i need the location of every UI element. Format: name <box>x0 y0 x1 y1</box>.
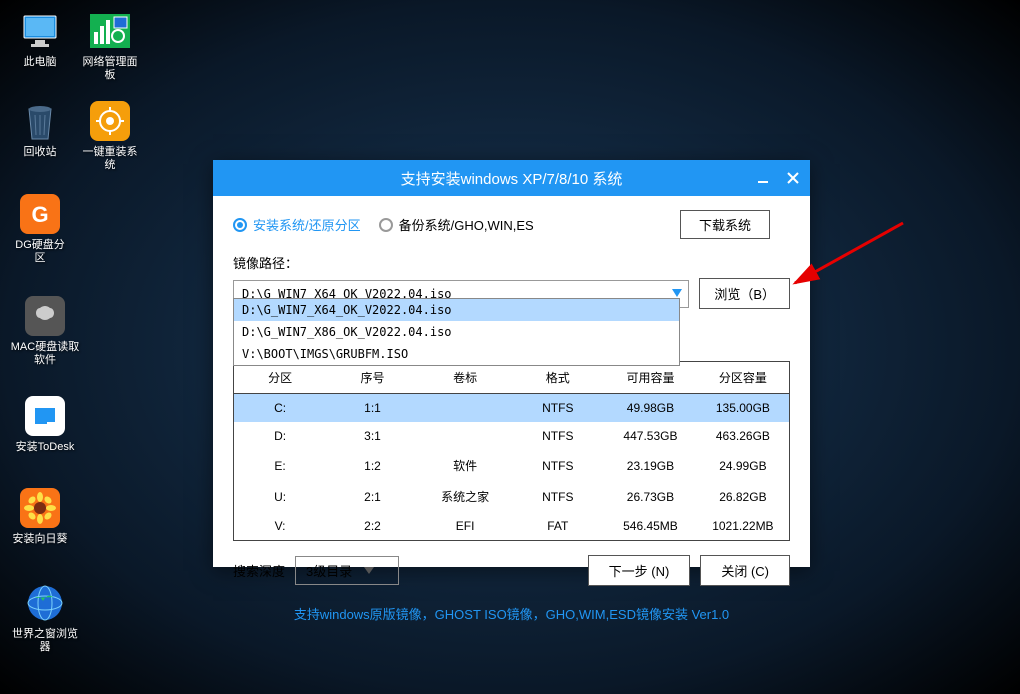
table-cell: NTFS <box>511 481 604 512</box>
svg-text:G: G <box>31 202 48 227</box>
image-path-dropdown: D:\G_WIN7_X64_OK_V2022.04.iso D:\G_WIN7_… <box>233 298 680 366</box>
desktop-icon-network-panel[interactable]: 网络管理面板 <box>80 10 140 82</box>
close-button[interactable] <box>784 169 802 187</box>
table-cell: 546.45MB <box>604 512 697 541</box>
table-cell: NTFS <box>511 422 604 450</box>
col-partition: 分区 <box>234 362 327 394</box>
desktop-icon-recycle-bin[interactable]: 回收站 <box>10 100 70 159</box>
radio-backup[interactable]: 备份系统/GHO,WIN,ES <box>379 215 534 234</box>
table-row[interactable]: C:1:1 NTFS49.98GB135.00GB <box>234 394 790 423</box>
icon-label: 安装ToDesk <box>10 441 80 454</box>
table-row[interactable]: E:1:2软件NTFS23.19GB24.99GB <box>234 450 790 481</box>
table-cell: 系统之家 <box>419 481 512 512</box>
dropdown-option[interactable]: D:\G_WIN7_X86_OK_V2022.04.iso <box>234 321 679 343</box>
dropdown-option[interactable]: D:\G_WIN7_X64_OK_V2022.04.iso <box>234 299 679 321</box>
table-cell: 1:2 <box>326 450 419 481</box>
table-cell: U: <box>234 481 327 512</box>
next-button[interactable]: 下一步 (N) <box>588 555 691 586</box>
desktop-icon-sunflower[interactable]: 安装向日葵 <box>10 487 70 546</box>
radio-label: 安装系统/还原分区 <box>253 215 361 234</box>
table-cell: 26.82GB <box>697 481 790 512</box>
icon-label: 世界之窗浏览器 <box>10 628 80 654</box>
browse-button[interactable]: 浏览（B） <box>699 278 790 309</box>
table-cell: 软件 <box>419 450 512 481</box>
desktop-icon-todesk[interactable]: 安装ToDesk <box>10 395 80 454</box>
col-index: 序号 <box>326 362 419 394</box>
desktop-icon-this-pc[interactable]: 此电脑 <box>10 10 70 69</box>
table-cell: FAT <box>511 512 604 541</box>
table-cell: 1:1 <box>326 394 419 423</box>
dialog-title: 支持安装windows XP/7/8/10 系统 <box>401 168 623 189</box>
network-panel-icon <box>89 10 131 52</box>
desktop-icon-diskgenius[interactable]: G DG硬盘分区 <box>10 193 70 265</box>
table-cell: V: <box>234 512 327 541</box>
desktop-icon-mac-disk[interactable]: MAC硬盘读取软件 <box>10 295 80 367</box>
col-format: 格式 <box>511 362 604 394</box>
table-row[interactable]: V:2:2EFIFAT546.45MB1021.22MB <box>234 512 790 541</box>
table-cell: NTFS <box>511 450 604 481</box>
computer-icon <box>19 10 61 52</box>
mac-disk-icon <box>24 295 66 337</box>
table-cell: 23.19GB <box>604 450 697 481</box>
table-cell: 49.98GB <box>604 394 697 423</box>
icon-label: 回收站 <box>10 146 70 159</box>
radio-label: 备份系统/GHO,WIN,ES <box>399 215 534 234</box>
depth-value: 3级目录 <box>306 561 352 580</box>
table-cell: NTFS <box>511 394 604 423</box>
col-free: 可用容量 <box>604 362 697 394</box>
trash-icon <box>19 100 61 142</box>
table-cell: EFI <box>419 512 512 541</box>
desktop-icon-reinstall[interactable]: 一键重装系统 <box>80 100 140 172</box>
sunflower-icon <box>19 487 61 529</box>
table-row[interactable]: D:3:1 NTFS447.53GB463.26GB <box>234 422 790 450</box>
search-depth-select[interactable]: 3级目录 <box>295 556 399 585</box>
table-cell: C: <box>234 394 327 423</box>
dropdown-option[interactable]: V:\BOOT\IMGS\GRUBFM.ISO <box>234 343 679 365</box>
titlebar[interactable]: 支持安装windows XP/7/8/10 系统 <box>213 160 810 196</box>
table-cell <box>419 394 512 423</box>
chevron-down-icon <box>364 567 374 574</box>
close-dialog-button[interactable]: 关闭 (C) <box>700 555 790 586</box>
table-cell: 135.00GB <box>697 394 790 423</box>
partition-table: 分区 序号 卷标 格式 可用容量 分区容量 C:1:1NTFS49.98GB13… <box>233 361 790 541</box>
diskgenius-icon: G <box>19 193 61 235</box>
install-dialog: 支持安装windows XP/7/8/10 系统 安装系统/还原分区 备份系统/… <box>213 160 810 567</box>
table-cell: 2:1 <box>326 481 419 512</box>
table-cell: 2:2 <box>326 512 419 541</box>
table-cell: D: <box>234 422 327 450</box>
gear-icon <box>89 100 131 142</box>
icon-label: 此电脑 <box>10 56 70 69</box>
radio-install-restore[interactable]: 安装系统/还原分区 <box>233 215 361 234</box>
search-depth-label: 搜索深度 <box>233 561 285 580</box>
col-volume: 卷标 <box>419 362 512 394</box>
globe-icon <box>24 582 66 624</box>
col-capacity: 分区容量 <box>697 362 790 394</box>
dialog-footer-text: 支持windows原版镜像，GHOST ISO镜像，GHO,WIM,ESD镜像安… <box>213 596 810 629</box>
icon-label: MAC硬盘读取软件 <box>10 341 80 367</box>
minimize-button[interactable] <box>754 169 772 187</box>
icon-label: 安装向日葵 <box>10 533 70 546</box>
icon-label: 网络管理面板 <box>80 56 140 82</box>
icon-label: DG硬盘分区 <box>10 239 70 265</box>
table-cell: 1021.22MB <box>697 512 790 541</box>
table-cell: E: <box>234 450 327 481</box>
table-cell: 3:1 <box>326 422 419 450</box>
image-path-label: 镜像路径： <box>233 253 790 272</box>
table-cell: 24.99GB <box>697 450 790 481</box>
table-cell: 463.26GB <box>697 422 790 450</box>
table-cell <box>419 422 512 450</box>
table-row[interactable]: U:2:1系统之家NTFS26.73GB26.82GB <box>234 481 790 512</box>
table-cell: 447.53GB <box>604 422 697 450</box>
desktop-icon-theworld[interactable]: 世界之窗浏览器 <box>10 582 80 654</box>
table-cell: 26.73GB <box>604 481 697 512</box>
icon-label: 一键重装系统 <box>80 146 140 172</box>
todesk-icon <box>24 395 66 437</box>
download-system-button[interactable]: 下载系统 <box>680 210 770 239</box>
